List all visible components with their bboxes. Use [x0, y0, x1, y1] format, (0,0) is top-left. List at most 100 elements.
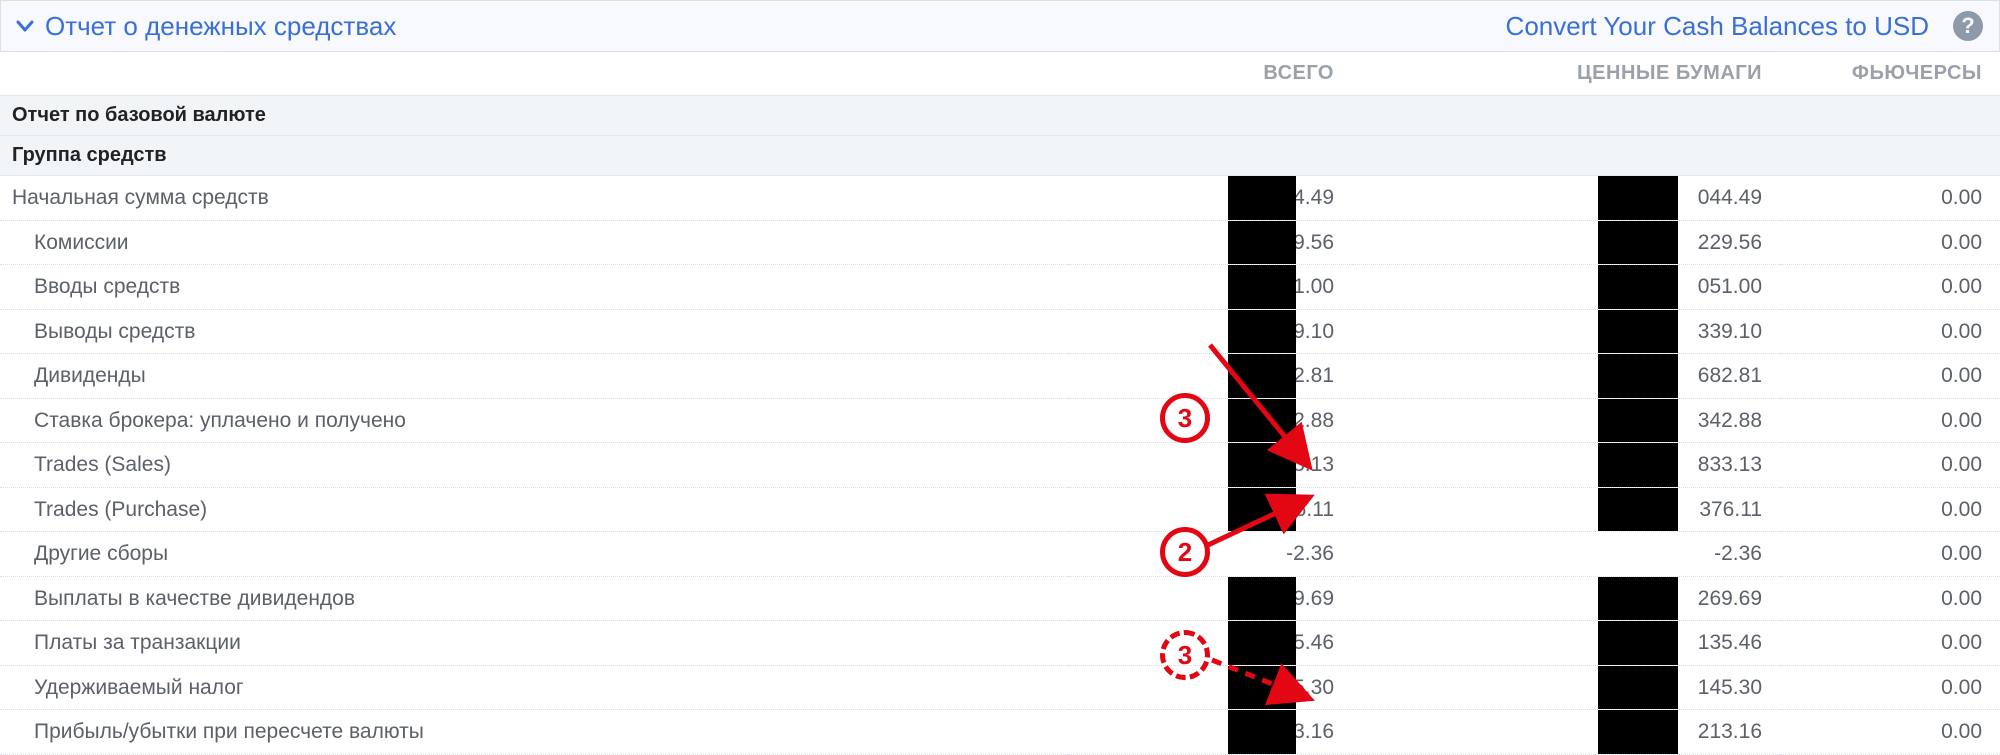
cell-fut: 0.00 — [1780, 576, 2000, 621]
cell-value: 145.30 — [1698, 676, 1762, 699]
redaction-bar — [1598, 666, 1678, 710]
cell-value: 0.00 — [1941, 720, 1982, 743]
cell-total: 376.11 — [1068, 487, 1352, 532]
cell-sec: 044.49 — [1352, 176, 1780, 221]
redaction-bar — [1228, 666, 1296, 710]
report-title-text: Отчет о денежных средствах — [45, 11, 396, 42]
cell-value: -2.36 — [1286, 542, 1334, 565]
redaction-bar — [1228, 354, 1296, 398]
cell-total: 229.56 — [1068, 220, 1352, 265]
cell-sec: 269.69 — [1352, 576, 1780, 621]
col-header-label — [0, 52, 1068, 96]
redaction-bar — [1598, 310, 1678, 354]
section-base-currency: Отчет по базовой валюте — [0, 96, 2000, 136]
row-label: Дивиденды — [0, 354, 1068, 399]
cell-value: 0.00 — [1941, 676, 1982, 699]
cell-fut: 0.00 — [1780, 176, 2000, 221]
redaction-bar — [1228, 176, 1296, 220]
cell-fut: 0.00 — [1780, 354, 2000, 399]
help-icon[interactable]: ? — [1951, 9, 1985, 43]
cell-total: 269.69 — [1068, 576, 1352, 621]
report-panel-header: Отчет о денежных средствах Convert Your … — [0, 0, 2000, 52]
redaction-bar — [1228, 399, 1296, 443]
cell-value: -2.36 — [1714, 542, 1762, 565]
cell-sec: 135.46 — [1352, 621, 1780, 666]
cell-sec: -2.36 — [1352, 532, 1780, 577]
redaction-bar — [1228, 443, 1296, 487]
cell-total: -2.36 — [1068, 532, 1352, 577]
redaction-bar — [1598, 443, 1678, 487]
cell-sec: 833.13 — [1352, 443, 1780, 488]
cell-total: 342.88 — [1068, 398, 1352, 443]
cell-value: 342.88 — [1698, 409, 1762, 432]
cell-value: 376.11 — [1699, 498, 1762, 521]
col-header-futures: ФЬЮЧЕРСЫ — [1780, 52, 2000, 96]
table-row: Удерживаемый налог145.30145.300.00 — [0, 665, 2000, 710]
cell-total: 339.10 — [1068, 309, 1352, 354]
table-row: Дивиденды682.81682.810.00 — [0, 354, 2000, 399]
cell-value: 0.00 — [1941, 498, 1982, 521]
cell-fut: 0.00 — [1780, 621, 2000, 666]
cell-fut: 0.00 — [1780, 220, 2000, 265]
cell-total: 145.30 — [1068, 665, 1352, 710]
row-label: Удерживаемый налог — [0, 665, 1068, 710]
cell-value: 0.00 — [1941, 453, 1982, 476]
row-label: Trades (Purchase) — [0, 487, 1068, 532]
redaction-bar — [1598, 488, 1678, 532]
row-label: Прибыль/убытки при пересчете валюты — [0, 710, 1068, 755]
cell-value: 339.10 — [1698, 320, 1762, 343]
table-row: Прибыль/убытки при пересчете валюты213.1… — [0, 710, 2000, 755]
cell-value: 0.00 — [1941, 275, 1982, 298]
cell-value: 0.00 — [1941, 587, 1982, 610]
col-header-securities: ЦЕННЫЕ БУМАГИ — [1352, 52, 1780, 96]
redaction-bar — [1598, 176, 1678, 220]
cell-fut: 0.00 — [1780, 665, 2000, 710]
cell-value: 0.00 — [1941, 231, 1982, 254]
redaction-bar — [1228, 265, 1296, 309]
table-row: Trades (Sales)833.13833.130.00 — [0, 443, 2000, 488]
row-label: Выводы средств — [0, 309, 1068, 354]
redaction-bar — [1598, 399, 1678, 443]
redaction-bar — [1228, 710, 1296, 754]
table-row: Начальная сумма средств044.49044.490.00 — [0, 176, 2000, 221]
report-title-toggle[interactable]: Отчет о денежных средствах — [15, 11, 396, 42]
redaction-bar — [1598, 621, 1678, 665]
cell-total: 135.46 — [1068, 621, 1352, 666]
cell-sec: 342.88 — [1352, 398, 1780, 443]
convert-balances-link[interactable]: Convert Your Cash Balances to USD — [1506, 11, 1929, 42]
cell-value: 135.46 — [1698, 631, 1762, 654]
cell-value: 682.81 — [1698, 364, 1762, 387]
cell-sec: 682.81 — [1352, 354, 1780, 399]
chevron-down-icon — [15, 16, 35, 36]
row-label: Trades (Sales) — [0, 443, 1068, 488]
cell-sec: 213.16 — [1352, 710, 1780, 755]
cell-fut: 0.00 — [1780, 398, 2000, 443]
cell-value: 044.49 — [1698, 186, 1762, 209]
cell-value: 0.00 — [1941, 320, 1982, 343]
cell-total: 051.00 — [1068, 265, 1352, 310]
row-label: Комиссии — [0, 220, 1068, 265]
redaction-bar — [1228, 577, 1296, 621]
redaction-bar — [1228, 221, 1296, 265]
table-row: Выводы средств339.10339.100.00 — [0, 309, 2000, 354]
cell-value: 051.00 — [1698, 275, 1762, 298]
cell-sec: 376.11 — [1352, 487, 1780, 532]
cell-total: 213.16 — [1068, 710, 1352, 755]
col-header-total: ВСЕГО — [1068, 52, 1352, 96]
cell-value: 0.00 — [1941, 186, 1982, 209]
cell-fut: 0.00 — [1780, 443, 2000, 488]
row-label: Выплаты в качестве дивидендов — [0, 576, 1068, 621]
cell-value: 0.00 — [1941, 542, 1982, 565]
table-row: Выплаты в качестве дивидендов269.69269.6… — [0, 576, 2000, 621]
row-label: Ставка брокера: уплачено и получено — [0, 398, 1068, 443]
redaction-bar — [1228, 488, 1296, 532]
table-row: Другие сборы-2.36-2.360.00 — [0, 532, 2000, 577]
redaction-bar — [1598, 577, 1678, 621]
cell-sec: 145.30 — [1352, 665, 1780, 710]
cell-value: 0.00 — [1941, 631, 1982, 654]
cell-value: 0.00 — [1941, 364, 1982, 387]
cell-total: 682.81 — [1068, 354, 1352, 399]
row-label: Платы за транзакции — [0, 621, 1068, 666]
section-label: Группа средств — [0, 136, 2000, 176]
cell-value: 213.16 — [1698, 720, 1762, 743]
